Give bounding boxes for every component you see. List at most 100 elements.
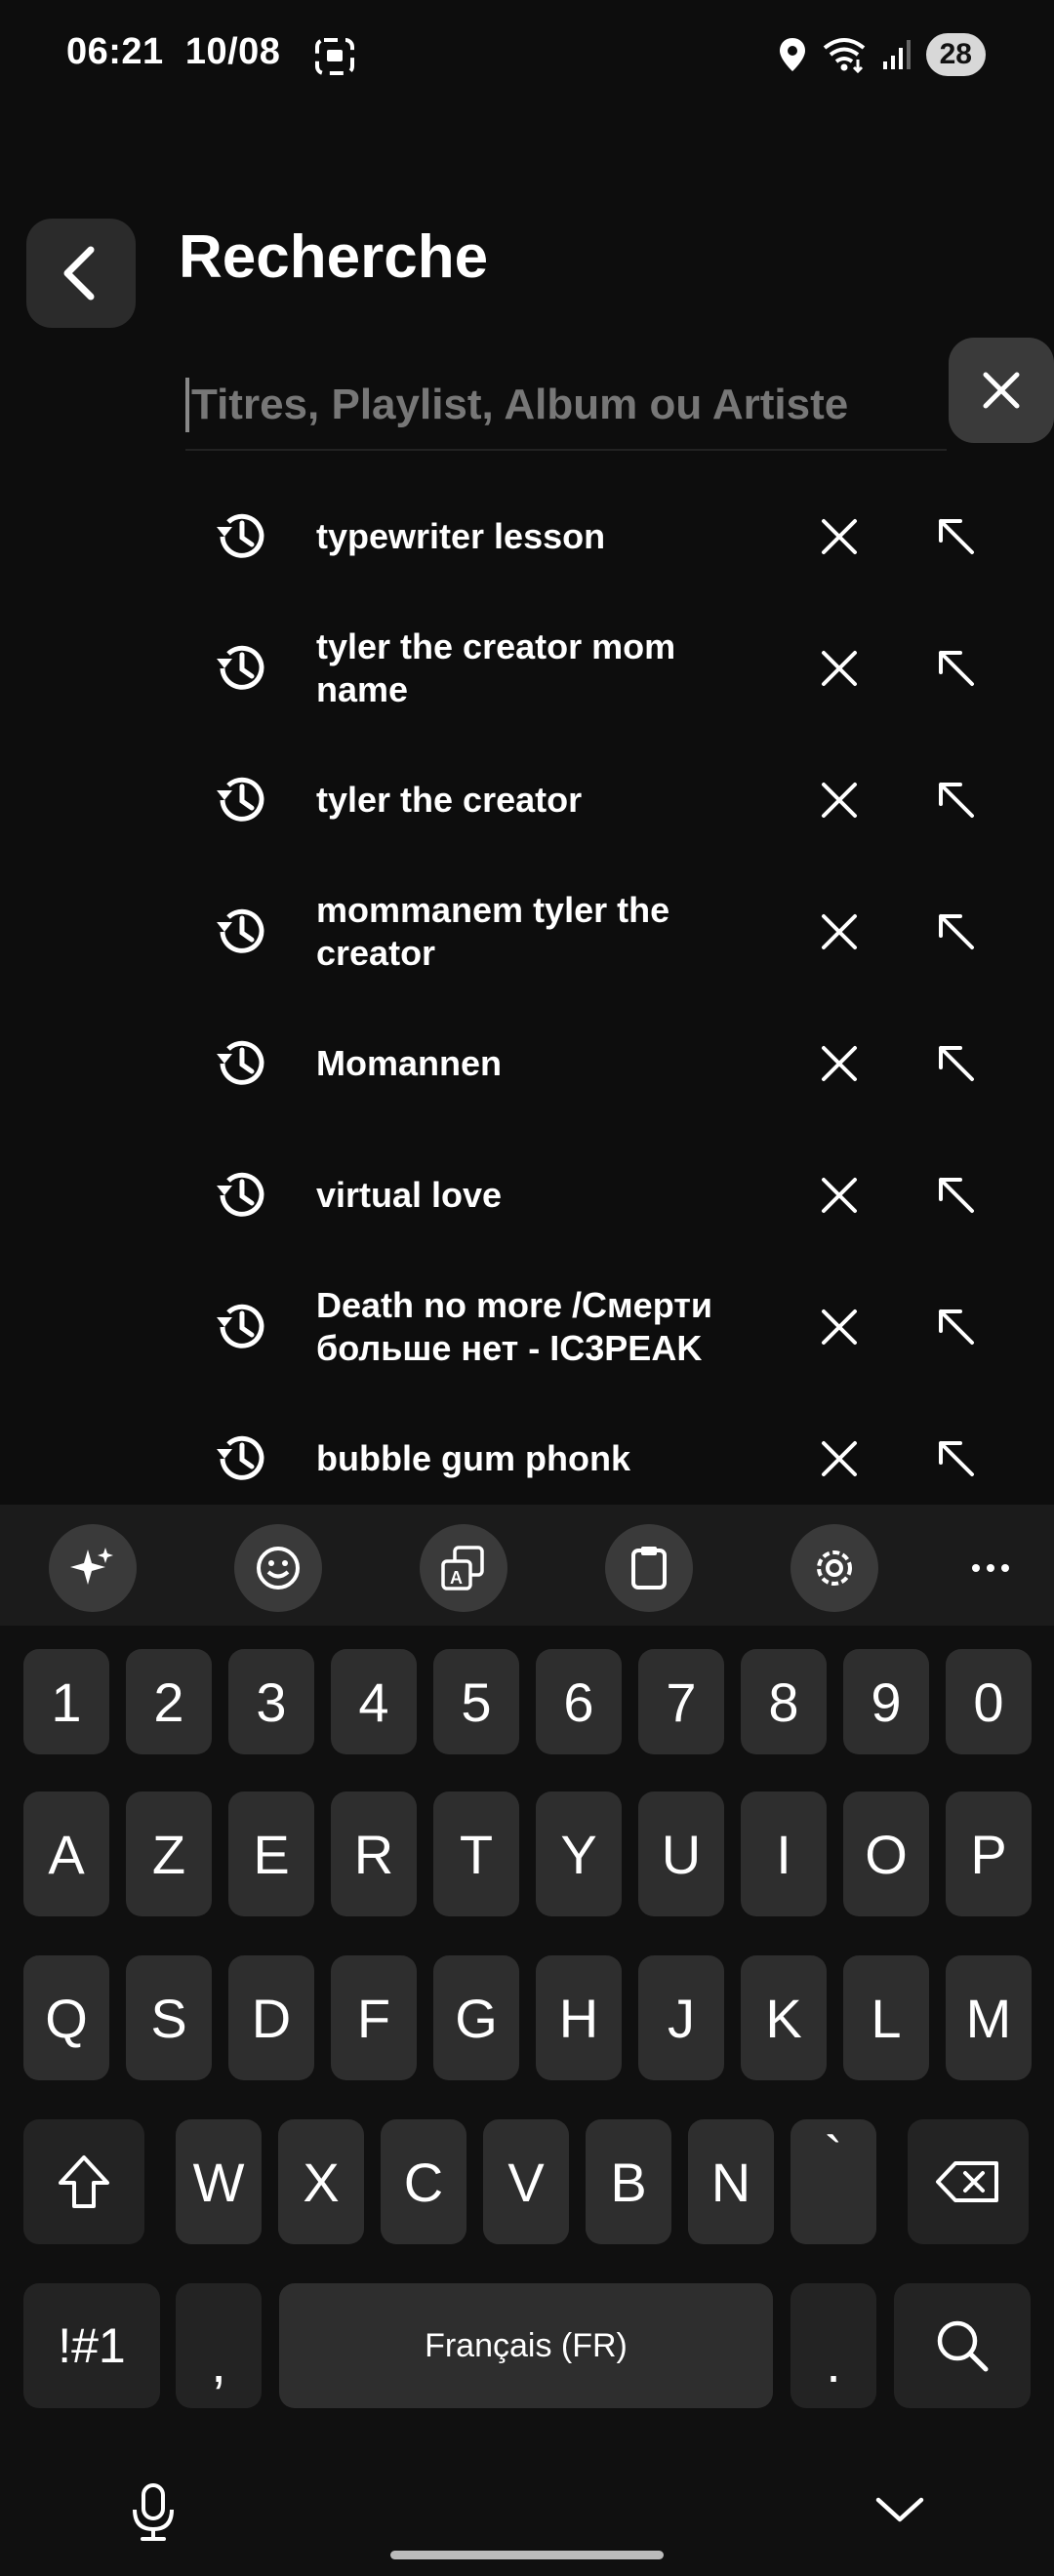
remove-history-button[interactable] — [810, 1298, 869, 1356]
history-icon — [217, 1172, 264, 1217]
hide-keyboard-icon[interactable] — [874, 2494, 925, 2523]
key-1[interactable]: 1 — [23, 1649, 109, 1754]
fill-query-button[interactable] — [927, 1298, 986, 1356]
close-icon — [822, 913, 857, 949]
history-item[interactable]: typewriter lesson — [176, 470, 1015, 602]
history-item[interactable]: Momannen — [176, 997, 1015, 1129]
remove-history-button[interactable] — [810, 903, 869, 961]
key-6[interactable]: 6 — [536, 1649, 622, 1754]
key-d[interactable]: D — [228, 1955, 314, 2080]
text-cursor — [185, 378, 189, 432]
history-item[interactable]: mommanem tyler the creator — [176, 865, 1015, 997]
battery-level: 28 — [925, 33, 986, 76]
history-item-label: typewriter lesson — [316, 515, 606, 556]
remove-history-button[interactable] — [810, 771, 869, 829]
close-icon — [822, 782, 857, 818]
history-item-label: virtual love — [316, 1174, 503, 1215]
key-c[interactable]: C — [381, 2119, 466, 2244]
search-key[interactable] — [894, 2283, 1031, 2408]
arrow-up-left-icon — [939, 1308, 974, 1345]
search-history-list: typewriter lesson tyler the creator mom … — [176, 470, 1015, 1524]
backspace-key[interactable] — [908, 2119, 1029, 2244]
arrow-up-left-icon — [939, 1177, 974, 1213]
key-k[interactable]: K — [741, 1955, 827, 2080]
key-a[interactable]: A — [23, 1791, 109, 1916]
key-u[interactable]: U — [638, 1791, 724, 1916]
more-button[interactable] — [947, 1524, 1034, 1612]
key-3[interactable]: 3 — [228, 1649, 314, 1754]
key-n[interactable]: N — [688, 2119, 774, 2244]
search-input[interactable] — [191, 381, 913, 429]
emoji-icon — [257, 1547, 300, 1590]
arrow-up-left-icon — [939, 782, 974, 818]
gesture-handle — [390, 2551, 664, 2559]
symbols-key[interactable]: !#1 — [23, 2283, 160, 2408]
key-q[interactable]: Q — [23, 1955, 109, 2080]
fill-query-button[interactable] — [927, 1429, 986, 1488]
key-f[interactable]: F — [331, 1955, 417, 2080]
remove-history-button[interactable] — [810, 1034, 869, 1093]
fill-query-button[interactable] — [927, 771, 986, 829]
history-item[interactable]: virtual love — [176, 1129, 1015, 1261]
close-icon — [983, 372, 1020, 409]
sparkle-icon — [70, 1548, 113, 1585]
key-l[interactable]: L — [843, 1955, 929, 2080]
emoji-button[interactable] — [234, 1524, 322, 1612]
key-z[interactable]: Z — [126, 1791, 212, 1916]
key-9[interactable]: 9 — [843, 1649, 929, 1754]
fill-query-button[interactable] — [927, 639, 986, 698]
key-e[interactable]: E — [228, 1791, 314, 1916]
key-i[interactable]: I — [741, 1791, 827, 1916]
key-m[interactable]: M — [946, 1955, 1032, 2080]
microphone-icon[interactable] — [131, 2482, 176, 2543]
key-8[interactable]: 8 — [741, 1649, 827, 1754]
key-2[interactable]: 2 — [126, 1649, 212, 1754]
back-button[interactable] — [26, 219, 136, 328]
fill-query-button[interactable] — [927, 507, 986, 566]
clear-search-button[interactable] — [949, 338, 1054, 443]
comma-key[interactable]: , — [176, 2283, 262, 2408]
key-0[interactable]: 0 — [946, 1649, 1032, 1754]
history-item[interactable]: Death no more /Смерти больше нет - IC3PE… — [176, 1261, 1015, 1392]
key-o[interactable]: O — [843, 1791, 929, 1916]
key-x[interactable]: X — [278, 2119, 364, 2244]
remove-history-button[interactable] — [810, 507, 869, 566]
history-icon — [217, 645, 264, 690]
key-s[interactable]: S — [126, 1955, 212, 2080]
history-item[interactable]: tyler the creator — [176, 734, 1015, 865]
remove-history-button[interactable] — [810, 639, 869, 698]
period-key[interactable]: . — [790, 2283, 876, 2408]
close-icon — [822, 1045, 857, 1081]
status-bar: 06:21 10/08 28 — [0, 0, 1054, 112]
fill-query-button[interactable] — [927, 1166, 986, 1225]
key-y[interactable]: Y — [536, 1791, 622, 1916]
more-icon — [972, 1564, 1009, 1572]
remove-history-button[interactable] — [810, 1166, 869, 1225]
keyboard-settings-button[interactable] — [790, 1524, 878, 1612]
ai-tools-button[interactable] — [49, 1524, 137, 1612]
key-p[interactable]: P — [946, 1791, 1032, 1916]
history-item-label: bubble gum phonk — [316, 1437, 630, 1478]
clipboard-button[interactable] — [605, 1524, 693, 1612]
key-5[interactable]: 5 — [433, 1649, 519, 1754]
key-t[interactable]: T — [433, 1791, 519, 1916]
search-icon — [937, 2320, 989, 2372]
key-j[interactable]: J — [638, 1955, 724, 2080]
key-backtick[interactable]: ` — [790, 2119, 876, 2244]
key-7[interactable]: 7 — [638, 1649, 724, 1754]
key-h[interactable]: H — [536, 1955, 622, 2080]
key-v[interactable]: V — [483, 2119, 569, 2244]
key-w[interactable]: W — [176, 2119, 262, 2244]
translate-button[interactable]: A — [420, 1524, 507, 1612]
key-r[interactable]: R — [331, 1791, 417, 1916]
key-b[interactable]: B — [586, 2119, 671, 2244]
fill-query-button[interactable] — [927, 1034, 986, 1093]
space-key[interactable]: Français (FR) — [279, 2283, 773, 2408]
fill-query-button[interactable] — [927, 903, 986, 961]
keyboard-toolbar: A — [0, 1505, 1054, 1626]
key-g[interactable]: G — [433, 1955, 519, 2080]
shift-key[interactable] — [23, 2119, 144, 2244]
key-4[interactable]: 4 — [331, 1649, 417, 1754]
history-item[interactable]: tyler the creator mom name — [176, 602, 1015, 734]
remove-history-button[interactable] — [810, 1429, 869, 1488]
